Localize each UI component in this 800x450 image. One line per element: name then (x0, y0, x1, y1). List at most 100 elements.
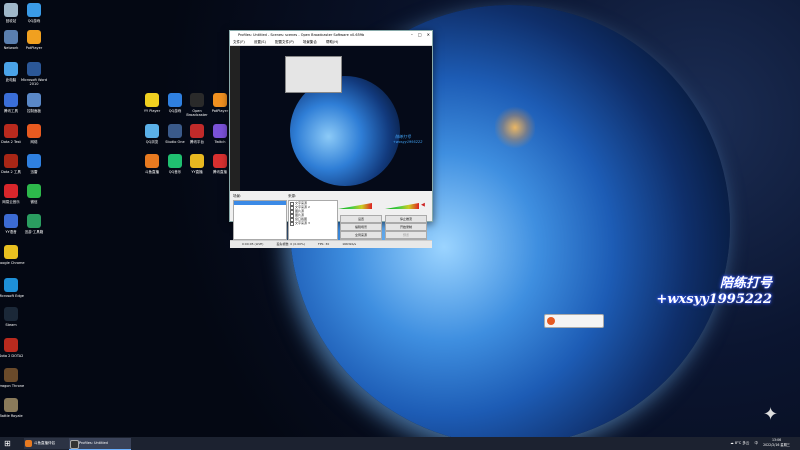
desktop-icon-label: Studio One (165, 140, 185, 144)
app-icon (4, 398, 18, 412)
desktop-volume-meter[interactable] (385, 203, 419, 209)
app-icon (190, 154, 204, 168)
app-icon (27, 62, 41, 76)
obs-window[interactable]: Profiles: Untitled - Scenes: scenes - Op… (229, 30, 433, 248)
scene-item-selected[interactable] (234, 201, 286, 205)
desktop-icon-label: Open Broadcaster (186, 109, 208, 117)
status-live-time: 0:00:05 (LIVE) (242, 242, 264, 246)
desktop-icon-label: 迅游·工具箱 (24, 230, 44, 234)
menu-scene-collection[interactable]: 场景集合 (303, 40, 317, 44)
floating-toolbar-widget[interactable] (544, 314, 604, 328)
desktop-icon-label: Steam (5, 323, 17, 327)
desktop-icon-label: 此电脑 (5, 78, 17, 82)
status-fps: FPS: 30 (318, 242, 330, 246)
desktop-icon[interactable]: 微信 (20, 184, 48, 205)
status-dropped-frames: 丢失帧数: 0 (0.00%) (276, 242, 306, 246)
app-icon (213, 93, 227, 107)
app-icon (4, 62, 18, 76)
desktop-icon-label: YY直播 (191, 170, 203, 174)
preview-overlay-text-2: +wxsyy1995222 (393, 140, 423, 144)
weather-icon: ☁ (730, 441, 734, 445)
overlay-contact: +wxsyy1995222 (656, 292, 772, 307)
app-icon (4, 93, 18, 107)
close-icon[interactable]: ✕ (427, 32, 430, 37)
speaker-icon[interactable]: ◀ (421, 202, 425, 208)
desktop-icon[interactable]: 迅雷 (20, 154, 48, 175)
start-record-button[interactable]: 开始录制 (385, 223, 427, 231)
menu-file[interactable]: 文件(F) (233, 40, 245, 44)
desktop-icon-label: 回收站 (5, 19, 17, 23)
scenes-label: 场景: (233, 194, 242, 198)
desktop-icon-label: 腾讯平台 (190, 140, 204, 144)
desktop-icon[interactable]: 网络 (20, 124, 48, 145)
desktop-icon[interactable]: Steam (0, 307, 25, 327)
desktop-icon[interactable]: Battle Royale (0, 398, 25, 418)
scenes-list[interactable] (233, 200, 287, 240)
preview-button[interactable]: 预览 (385, 231, 427, 239)
app-icon (145, 93, 159, 107)
edit-scene-button[interactable]: 编辑场景 (340, 223, 382, 231)
desktop-icon[interactable]: PotPlayer (20, 30, 48, 50)
obs-titlebar[interactable]: Profiles: Untitled - Scenes: scenes - Op… (230, 31, 432, 39)
app-icon (213, 124, 227, 138)
status-bitrate: 1663kb/s (342, 242, 357, 246)
global-sources-button[interactable]: 全局来源 (340, 231, 382, 239)
source-item[interactable]: 文字来源 3 (289, 221, 337, 226)
desktop-icon[interactable]: Dota 2 DOTA2 (0, 338, 25, 358)
desktop-icon[interactable]: Microsoft Word 2010 (20, 62, 48, 86)
desktop-icon-label: Twitch (214, 140, 226, 144)
taskbar-task-obs[interactable]: Profiles: Untitled (69, 438, 131, 450)
app-icon (168, 124, 182, 138)
desktop-icon-label: 斗鱼直播 (145, 170, 159, 174)
app-icon (4, 3, 18, 17)
settings-button[interactable]: 设置 (340, 215, 382, 223)
preview-nested-window (285, 56, 342, 93)
app-icon (168, 93, 182, 107)
desktop-icon[interactable]: 迅游·工具箱 (20, 214, 48, 235)
app-icon (27, 3, 41, 17)
desktop-icon[interactable]: QQ游戏 (20, 3, 48, 24)
app-icon (4, 124, 18, 138)
system-tray[interactable]: ☁ 8°C 多云 中 (730, 439, 758, 448)
clock[interactable]: 13:06 2022/2/16 星期三 (763, 438, 790, 448)
menu-help[interactable]: 帮助(H) (326, 40, 338, 44)
mic-volume-meter[interactable] (338, 203, 372, 209)
app-icon (27, 30, 41, 44)
app-icon (4, 245, 18, 259)
desktop-icon-label: 迅雷 (30, 170, 38, 174)
desktop-icon-label: Dota 2 Test (1, 140, 21, 144)
app-logo-icon (547, 317, 555, 325)
stop-stream-button[interactable]: 停止推流 (385, 215, 427, 223)
desktop-icon-label: QQ游戏 (27, 19, 41, 23)
desktop-icon-label: Battle Royale (0, 414, 23, 418)
desktop-icon[interactable]: 控制面板 (20, 93, 48, 114)
app-icon (4, 214, 18, 228)
app-icon (145, 124, 159, 138)
desktop-icon-label: PotPlayer (25, 46, 43, 50)
menu-settings[interactable]: 设置(S) (254, 40, 266, 44)
desktop-icon[interactable]: Microsoft Edge (0, 278, 25, 298)
desktop-icon[interactable]: Dragon Throne (0, 368, 25, 388)
app-icon (168, 154, 182, 168)
desktop-icon-label: Dragon Throne (0, 384, 25, 388)
desktop-icon[interactable]: Google Chrome (0, 245, 25, 265)
weather-text: 8°C 多云 (734, 441, 750, 445)
windows-start-icon[interactable]: ⊞ (4, 439, 13, 448)
app-icon (27, 214, 41, 228)
menu-profiles[interactable]: 配置文件(P) (275, 40, 294, 44)
maximize-icon[interactable]: □ (418, 32, 422, 37)
desktop-icon-label: Dota 2 DOTA2 (0, 354, 24, 358)
desktop-icon-label: Network (3, 46, 19, 50)
app-icon (4, 154, 18, 168)
minimize-icon[interactable]: – (411, 32, 413, 37)
desktop-icon-label: 控制面板 (27, 109, 41, 113)
clock-date: 2022/2/16 星期三 (763, 443, 790, 447)
sources-list[interactable]: 文字来源 文字来源 2 图片源 图片源 窗口截图 文字来源 3 (288, 200, 338, 240)
obs-statusbar: 0:00:05 (LIVE) 丢失帧数: 0 (0.00%) FPS: 30 1… (230, 240, 432, 248)
desktop-icon-label: QQ浏览 (145, 140, 159, 144)
app-icon (4, 338, 18, 352)
app-icon (4, 278, 18, 292)
app-icon (27, 154, 41, 168)
ime-indicator[interactable]: 中 (755, 441, 759, 445)
desktop-icon-label: YY语音 (5, 230, 17, 234)
